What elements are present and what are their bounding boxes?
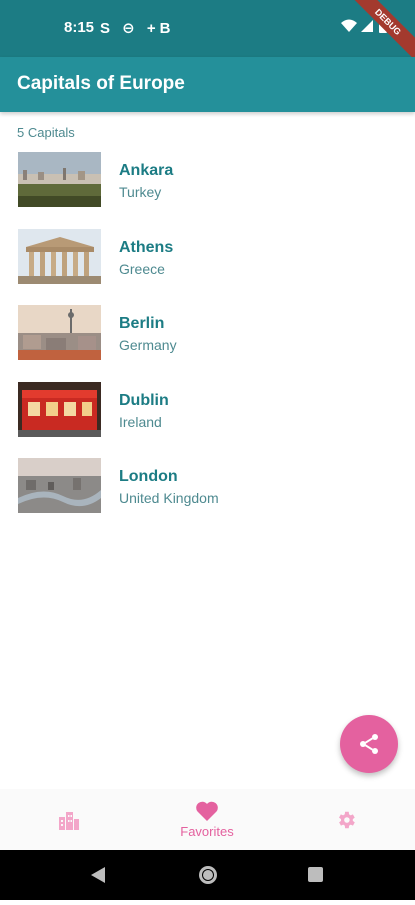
dublin-thumbnail	[18, 381, 101, 437]
wifi-icon	[341, 19, 357, 32]
heart-icon	[196, 801, 218, 821]
list-item-berlin[interactable]: Berlin Germany	[0, 303, 415, 380]
status-bar: 8:15 S ⊖ +B DEBUG	[0, 0, 415, 67]
app-bar: Capitals of Europe	[0, 57, 415, 112]
gear-icon	[339, 811, 355, 828]
recents-icon[interactable]	[308, 867, 323, 882]
city-name: Berlin	[119, 315, 165, 332]
home-icon[interactable]	[199, 866, 217, 884]
london-thumbnail	[18, 458, 101, 513]
signal-icon	[361, 20, 373, 32]
city-name: Athens	[119, 238, 174, 256]
capitals-count: 5 Capitals	[17, 125, 75, 140]
list-item-ankara[interactable]: Ankara Turkey	[0, 150, 415, 227]
country-name: Germany	[119, 337, 177, 353]
bottom-navigation: Favorites	[0, 789, 415, 850]
city-icon	[59, 811, 79, 830]
status-time: 8:15	[64, 19, 95, 36]
country-name: United Kingdom	[119, 490, 219, 506]
nav-capitals[interactable]	[44, 789, 94, 850]
page-title: Capitals of Europe	[17, 73, 185, 94]
city-name: Dublin	[119, 391, 169, 409]
city-name: London	[119, 468, 178, 485]
athens-thumbnail	[18, 228, 101, 284]
country-name: Turkey	[119, 184, 162, 200]
berlin-thumbnail	[18, 305, 101, 360]
nav-settings[interactable]	[321, 789, 371, 850]
nav-favorites-label: Favorites	[180, 824, 234, 839]
city-name: Ankara	[119, 162, 174, 179]
list-item-london[interactable]: London United Kingdom	[0, 456, 415, 533]
country-name: Ireland	[119, 413, 162, 430]
list-item-athens[interactable]: Athens Greece	[0, 227, 415, 304]
share-icon	[360, 734, 378, 754]
country-name: Greece	[119, 260, 165, 277]
ankara-thumbnail	[18, 152, 101, 207]
list-item-dublin[interactable]: Dublin Ireland	[0, 380, 415, 457]
status-notification-icons: S ⊖ +B	[100, 20, 175, 37]
system-navigation-bar	[0, 850, 415, 900]
nav-favorites[interactable]: Favorites	[167, 789, 247, 850]
share-button[interactable]	[340, 715, 398, 773]
capitals-list: Ankara Turkey Athens Greece Berlin Germa…	[0, 150, 415, 533]
back-icon[interactable]	[91, 867, 105, 883]
